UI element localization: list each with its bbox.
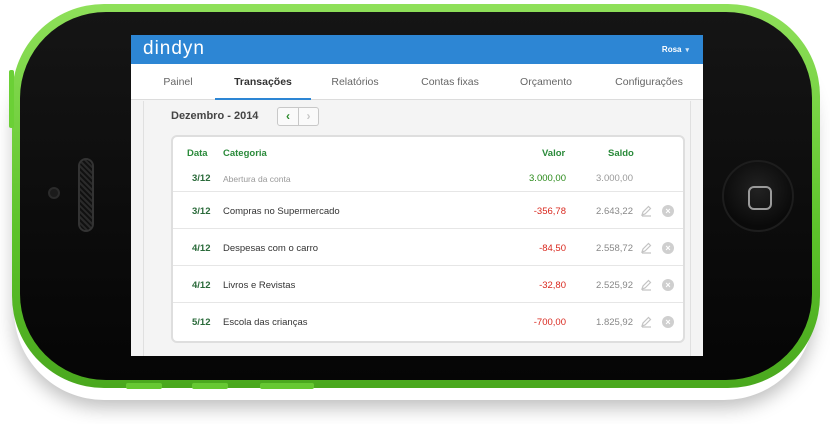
row-category: Escola das crianças [223, 317, 308, 328]
row-balance: 1.825,92 [596, 317, 633, 328]
row-value: -84,50 [539, 243, 566, 254]
speaker-grille [78, 158, 94, 232]
next-month-button[interactable]: › [299, 107, 319, 126]
column-header-balance[interactable]: Saldo [608, 148, 634, 159]
main-tabs: Painel Transações Relatórios Contas fixa… [131, 64, 703, 100]
transactions-table: Data Categoria Valor Saldo 3/12 Abertura… [171, 135, 685, 343]
camera-icon [48, 187, 60, 199]
pencil-icon[interactable] [640, 279, 652, 291]
row-category: Compras no Supermercado [223, 206, 340, 217]
row-value: -356,78 [533, 206, 566, 217]
delete-icon[interactable]: × [662, 205, 674, 217]
previous-month-button[interactable]: ‹ [277, 107, 299, 126]
home-button[interactable] [722, 160, 794, 232]
tab-contas-fixas[interactable]: Contas fixas [413, 64, 487, 100]
top-bar: dindyn Rosa ▾ [131, 35, 703, 64]
row-balance: 3.000,00 [596, 173, 633, 184]
user-name: Rosa [661, 45, 682, 54]
row-date: 3/12 [192, 173, 211, 184]
row-balance: 2.643,22 [596, 206, 633, 217]
delete-icon[interactable]: × [662, 279, 674, 291]
tab-configuracoes[interactable]: Configurações [607, 64, 691, 100]
row-date: 5/12 [192, 317, 211, 328]
row-category: Livros e Revistas [223, 280, 296, 291]
table-row[interactable]: 3/12 Compras no Supermercado -356,78 2.6… [173, 191, 683, 228]
pencil-icon[interactable] [640, 205, 652, 217]
volume-switch [9, 70, 14, 128]
row-value: 3.000,00 [529, 173, 566, 184]
app-screen: dindyn Rosa ▾ Painel Transações Relatório… [131, 35, 703, 356]
table-row[interactable]: 4/12 Livros e Revistas -32,80 2.525,92 × [173, 265, 683, 302]
row-date: 4/12 [192, 243, 211, 254]
table-row[interactable]: 4/12 Despesas com o carro -84,50 2.558,7… [173, 228, 683, 265]
chevron-right-icon: › [306, 109, 311, 123]
user-menu[interactable]: Rosa ▾ [662, 45, 689, 54]
pencil-icon[interactable] [640, 316, 652, 328]
chevron-down-icon: ▾ [685, 47, 689, 54]
tab-orcamento[interactable]: Orçamento [511, 64, 581, 100]
tab-painel[interactable]: Painel [149, 64, 207, 100]
period-label: Dezembro - 2014 [171, 110, 259, 122]
transactions-panel: Dezembro - 2014 ‹ › Data Categoria Valor… [143, 101, 691, 356]
delete-icon[interactable]: × [662, 316, 674, 328]
column-header-category[interactable]: Categoria [223, 148, 267, 159]
power-button [260, 383, 314, 389]
brand-logo[interactable]: dindyn [143, 38, 205, 60]
device-mockup: dindyn Rosa ▾ Painel Transações Relatório… [0, 0, 830, 424]
row-value: -700,00 [533, 317, 566, 328]
volume-down-button [192, 383, 228, 389]
column-header-date[interactable]: Data [187, 148, 208, 159]
row-category: Abertura da conta [223, 174, 291, 184]
row-value: -32,80 [539, 280, 566, 291]
row-balance: 2.558,72 [596, 243, 633, 254]
tab-relatorios[interactable]: Relatórios [321, 64, 389, 100]
table-row[interactable]: 5/12 Escola das crianças -700,00 1.825,9… [173, 302, 683, 339]
row-category: Despesas com o carro [223, 243, 319, 254]
pencil-icon[interactable] [640, 242, 652, 254]
home-square-icon [748, 186, 772, 210]
table-row: 3/12 Abertura da conta 3.000,00 3.000,00 [173, 167, 683, 191]
delete-icon[interactable]: × [662, 242, 674, 254]
column-header-value[interactable]: Valor [542, 148, 565, 159]
row-date: 3/12 [192, 206, 211, 217]
chevron-left-icon: ‹ [286, 109, 290, 123]
tab-transacoes[interactable]: Transações [215, 64, 311, 100]
volume-up-button [126, 383, 162, 389]
row-balance: 2.525,92 [596, 280, 633, 291]
row-date: 4/12 [192, 280, 211, 291]
